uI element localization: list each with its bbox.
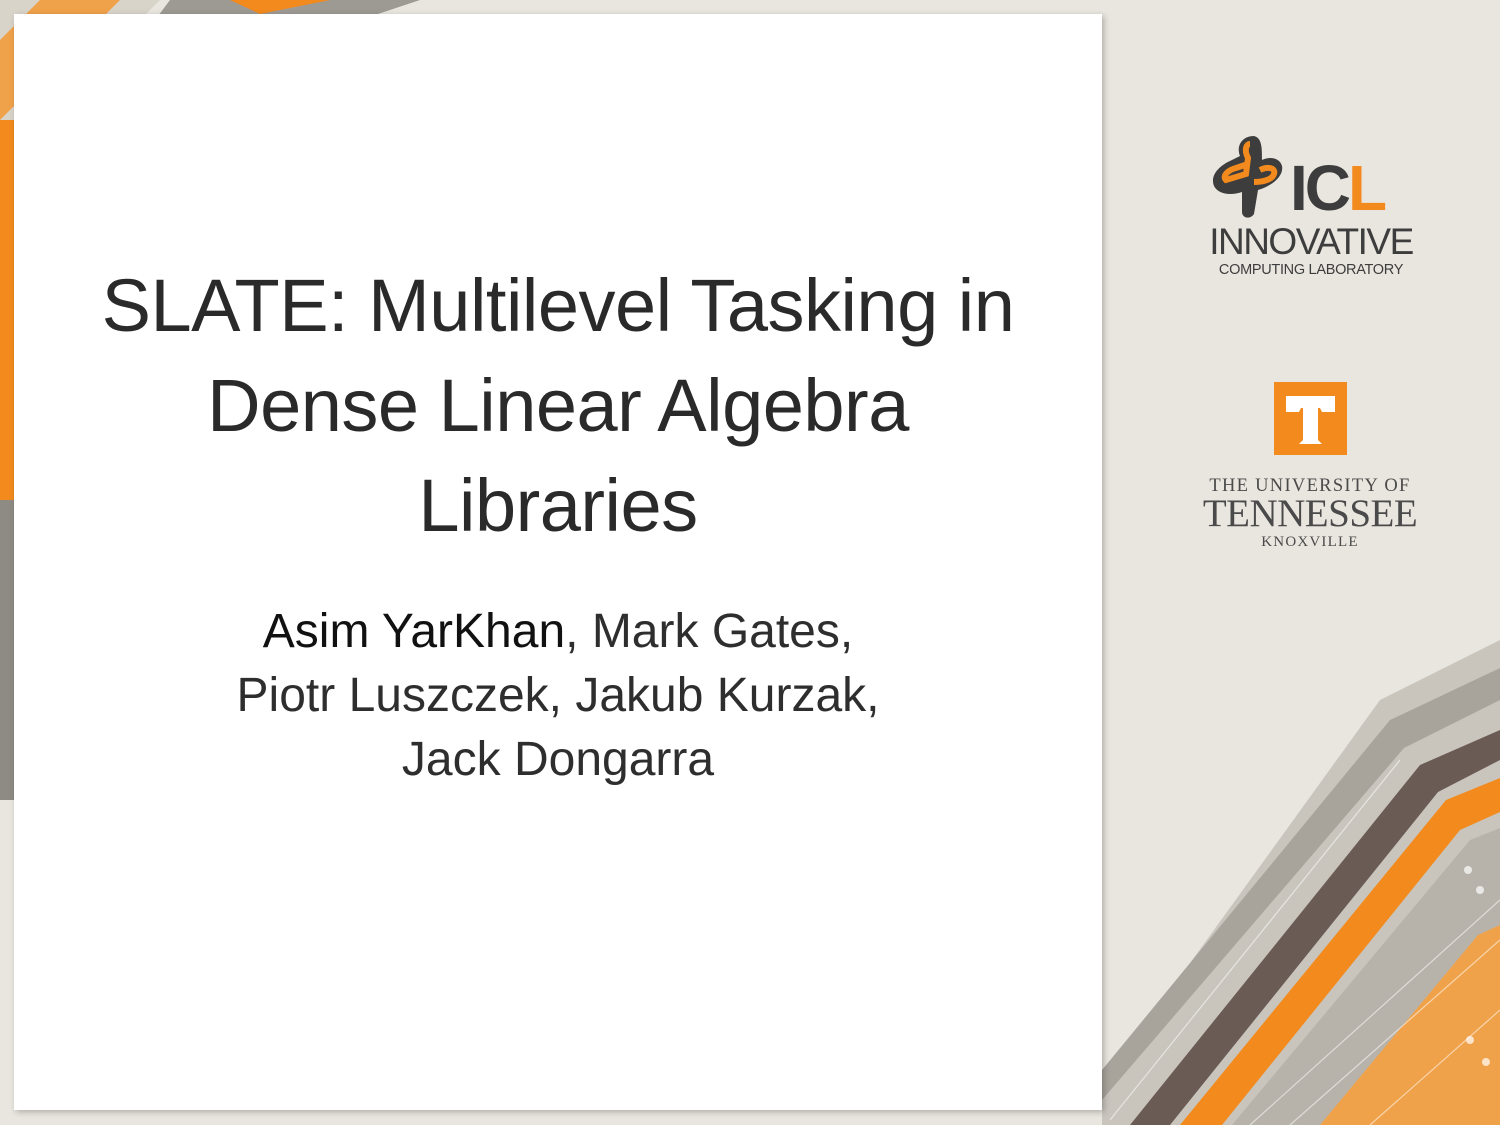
icl-letters-orange: L — [1348, 152, 1387, 224]
author-line-2: Piotr Luszczek, Jakub Kurzak, — [236, 669, 880, 722]
author-line-1: Asim YarKhan, Mark Gates, — [30, 600, 1086, 664]
icl-letters-dark: IC — [1290, 152, 1351, 224]
author-list: Asim YarKhan, Mark Gates, Piotr Luszczek… — [30, 600, 1086, 792]
author-line-3: Jack Dongarra — [401, 733, 715, 786]
ut-line-3: KNOXVILLE — [1261, 534, 1359, 550]
ut-t-icon — [1274, 382, 1347, 455]
icl-subname: COMPUTING LABORATORY — [1218, 262, 1404, 278]
ut-line-2: TENNESSEE — [1202, 492, 1418, 535]
author-line-1-rest: , Mark Gates, — [565, 605, 854, 658]
icl-name: INNOVATIVE — [1209, 221, 1414, 262]
ut-logo: THE UNIVERSITY OF TENNESSEE KNOXVILLE — [1180, 382, 1440, 554]
title-line-3: Libraries — [418, 464, 698, 547]
icl-letters: ICL — [1290, 156, 1387, 220]
slide-title: SLATE: Multilevel Tasking in Dense Linea… — [30, 256, 1086, 556]
icl-swirl-icon — [1212, 136, 1283, 218]
icl-logo: ICL INNOVATIVE COMPUTING LABORATORY — [1196, 130, 1426, 282]
slide-panel — [14, 14, 1102, 1110]
presenter-name: Asim YarKhan — [262, 605, 566, 658]
title-line-1: SLATE: Multilevel Tasking in — [101, 264, 1015, 347]
title-line-2: Dense Linear Algebra — [207, 364, 909, 447]
